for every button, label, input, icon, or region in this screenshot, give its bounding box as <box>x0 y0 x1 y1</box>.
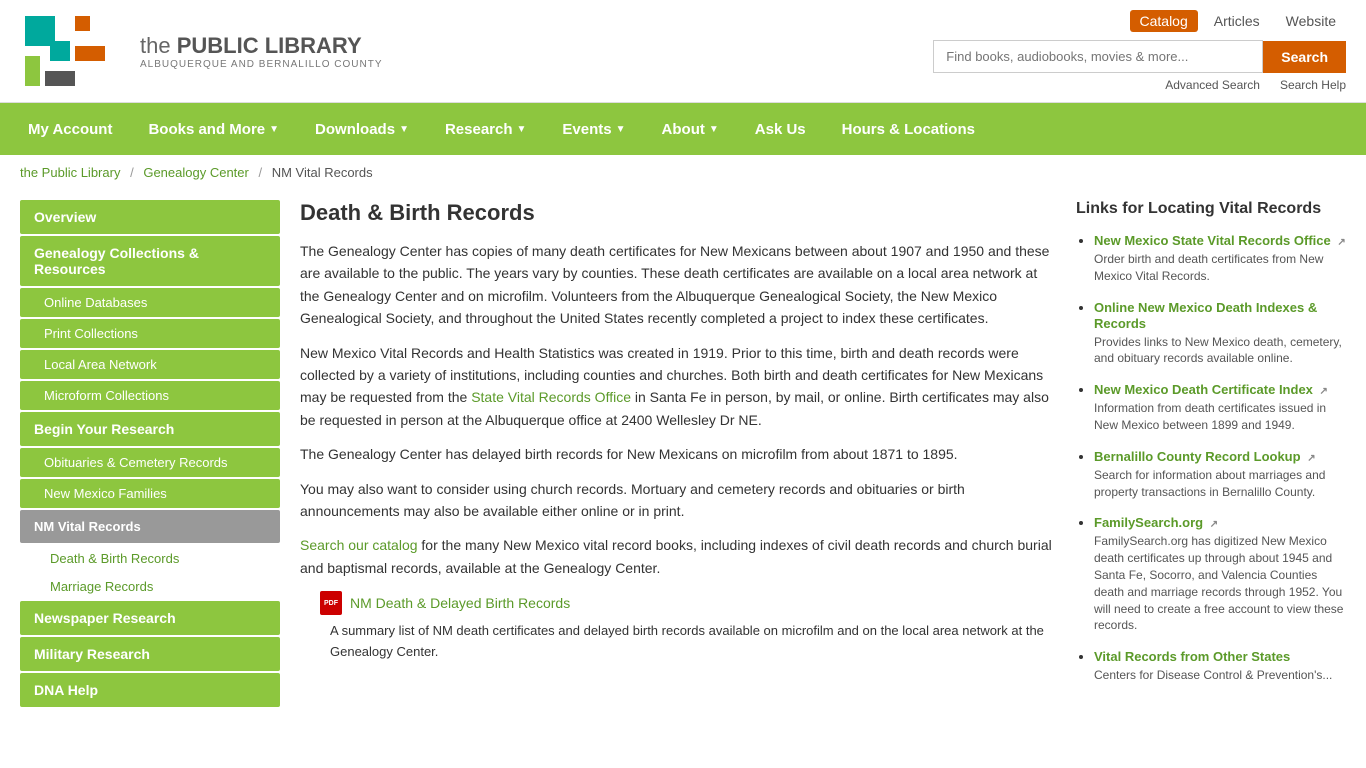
sidebar-item-nm-vital-records[interactable]: NM Vital Records <box>20 510 280 543</box>
content-area: Overview Genealogy Collections & Resourc… <box>0 190 1366 719</box>
external-icon: ↗ <box>1337 237 1345 248</box>
nav-research[interactable]: Research ▼ <box>427 103 544 155</box>
sidebar-item-online-databases[interactable]: Online Databases <box>20 288 280 317</box>
right-panel: Links for Locating Vital Records New Mex… <box>1076 200 1346 709</box>
link-description: Information from death certificates issu… <box>1094 400 1346 434</box>
nav-books-and-more[interactable]: Books and More ▼ <box>130 103 297 155</box>
external-icon: ↗ <box>1307 453 1315 464</box>
breadcrumb-genealogy[interactable]: Genealogy Center <box>143 165 249 180</box>
link-description: Centers for Disease Control & Prevention… <box>1094 667 1346 684</box>
breadcrumb: the Public Library / Genealogy Center / … <box>0 155 1366 190</box>
list-item: Vital Records from Other States Centers … <box>1094 648 1346 684</box>
nm-death-indexes-link[interactable]: Online New Mexico Death Indexes & Record… <box>1094 300 1317 331</box>
link-description: FamilySearch.org has digitized New Mexic… <box>1094 533 1346 634</box>
sidebar-item-new-mexico-families[interactable]: New Mexico Families <box>20 479 280 508</box>
sidebar-item-marriage-records[interactable]: Marriage Records <box>20 573 280 600</box>
chevron-down-icon: ▼ <box>517 124 527 135</box>
sidebar-item-print-collections[interactable]: Print Collections <box>20 319 280 348</box>
advanced-search-link[interactable]: Advanced Search <box>1165 78 1260 92</box>
sidebar-item-local-area-network[interactable]: Local Area Network <box>20 350 280 379</box>
search-row: Search <box>933 40 1346 73</box>
breadcrumb-sep2: / <box>258 165 262 180</box>
pdf-description: A summary list of NM death certificates … <box>330 621 1056 663</box>
sidebar-item-death-birth[interactable]: Death & Birth Records <box>20 545 280 572</box>
articles-tab[interactable]: Articles <box>1204 10 1270 32</box>
chevron-down-icon: ▼ <box>709 124 719 135</box>
paragraph-2: New Mexico Vital Records and Health Stat… <box>300 342 1056 432</box>
catalog-tab[interactable]: Catalog <box>1130 10 1198 32</box>
breadcrumb-current: NM Vital Records <box>272 165 373 180</box>
paragraph-4: You may also want to consider using chur… <box>300 478 1056 523</box>
logo-main: PUBLIC LIBRARY <box>177 33 362 58</box>
page-title: Death & Birth Records <box>300 200 1056 226</box>
sidebar-item-newspaper-research[interactable]: Newspaper Research <box>20 601 280 635</box>
external-icon: ↗ <box>1210 519 1218 530</box>
logo-graphic <box>20 11 130 91</box>
chevron-down-icon: ▼ <box>399 124 409 135</box>
search-button[interactable]: Search <box>1263 41 1346 73</box>
chevron-down-icon: ▼ <box>269 124 279 135</box>
paragraph-3: The Genealogy Center has delayed birth r… <box>300 443 1056 465</box>
breadcrumb-home[interactable]: the Public Library <box>20 165 120 180</box>
nav-ask-us[interactable]: Ask Us <box>737 103 824 155</box>
pdf-icon: PDF <box>320 591 342 615</box>
pdf-link-row: PDF NM Death & Delayed Birth Records <box>320 591 1056 615</box>
list-item: FamilySearch.org ↗ FamilySearch.org has … <box>1094 514 1346 634</box>
bernalillo-lookup-link[interactable]: Bernalillo County Record Lookup ↗ <box>1094 449 1316 464</box>
breadcrumb-sep1: / <box>130 165 134 180</box>
chevron-down-icon: ▼ <box>616 124 626 135</box>
logo-area: the PUBLIC LIBRARY ALBUQUERQUE and BERNA… <box>20 11 383 91</box>
nav-about[interactable]: About▼ <box>644 103 737 155</box>
nav-my-account[interactable]: My Account <box>10 103 130 155</box>
list-item: Bernalillo County Record Lookup ↗ Search… <box>1094 448 1346 501</box>
logo-subtitle: ALBUQUERQUE and BERNALILLO COUNTY <box>140 59 383 70</box>
search-input[interactable] <box>933 40 1263 73</box>
sidebar: Overview Genealogy Collections & Resourc… <box>20 200 280 709</box>
sidebar-item-overview[interactable]: Overview <box>20 200 280 234</box>
search-area: Catalog Articles Website Search Advanced… <box>933 10 1346 92</box>
paragraph-1: The Genealogy Center has copies of many … <box>300 240 1056 330</box>
vital-records-links: New Mexico State Vital Records Office ↗ … <box>1076 232 1346 684</box>
sidebar-item-military-research[interactable]: Military Research <box>20 637 280 671</box>
pdf-download-link[interactable]: NM Death & Delayed Birth Records <box>350 595 570 611</box>
search-catalog-link[interactable]: Search our catalog <box>300 537 418 553</box>
external-icon: ↗ <box>1320 386 1328 397</box>
nm-vital-records-link[interactable]: New Mexico State Vital Records Office ↗ <box>1094 233 1346 248</box>
list-item: Online New Mexico Death Indexes & Record… <box>1094 299 1346 368</box>
paragraph-5: Search our catalog for the many New Mexi… <box>300 534 1056 579</box>
nav-hours-locations[interactable]: Hours & Locations <box>824 103 993 155</box>
sidebar-item-begin-research[interactable]: Begin Your Research <box>20 412 280 446</box>
state-vital-records-link[interactable]: State Vital Records Office <box>471 389 631 405</box>
nm-death-certificate-link[interactable]: New Mexico Death Certificate Index ↗ <box>1094 382 1328 397</box>
sidebar-item-genealogy-collections[interactable]: Genealogy Collections & Resources <box>20 236 280 286</box>
familysearch-link[interactable]: FamilySearch.org ↗ <box>1094 515 1218 530</box>
logo-the: the <box>140 33 177 58</box>
main-content: Death & Birth Records The Genealogy Cent… <box>300 200 1056 709</box>
right-panel-title: Links for Locating Vital Records <box>1076 200 1346 218</box>
list-item: New Mexico Death Certificate Index ↗ Inf… <box>1094 381 1346 434</box>
link-description: Provides links to New Mexico death, ceme… <box>1094 334 1346 368</box>
nav-events[interactable]: Events ▼ <box>544 103 643 155</box>
vital-records-other-states-link[interactable]: Vital Records from Other States <box>1094 649 1290 664</box>
logo-text: the PUBLIC LIBRARY ALBUQUERQUE and BERNA… <box>140 33 383 70</box>
logo-title: the PUBLIC LIBRARY <box>140 33 383 59</box>
search-help-link[interactable]: Search Help <box>1280 78 1346 92</box>
sidebar-item-microform-collections[interactable]: Microform Collections <box>20 381 280 410</box>
link-description: Order birth and death certificates from … <box>1094 251 1346 285</box>
main-nav: My Account Books and More ▼ Downloads ▼ … <box>0 103 1366 155</box>
nav-downloads[interactable]: Downloads ▼ <box>297 103 427 155</box>
link-description: Search for information about marriages a… <box>1094 467 1346 501</box>
website-tab[interactable]: Website <box>1276 10 1346 32</box>
search-links: Advanced Search Search Help <box>1165 78 1346 92</box>
list-item: New Mexico State Vital Records Office ↗ … <box>1094 232 1346 285</box>
header: the PUBLIC LIBRARY ALBUQUERQUE and BERNA… <box>0 0 1366 103</box>
sidebar-item-dna-help[interactable]: DNA Help <box>20 673 280 707</box>
sidebar-item-obituaries[interactable]: Obituaries & Cemetery Records <box>20 448 280 477</box>
search-tabs: Catalog Articles Website <box>1130 10 1347 32</box>
